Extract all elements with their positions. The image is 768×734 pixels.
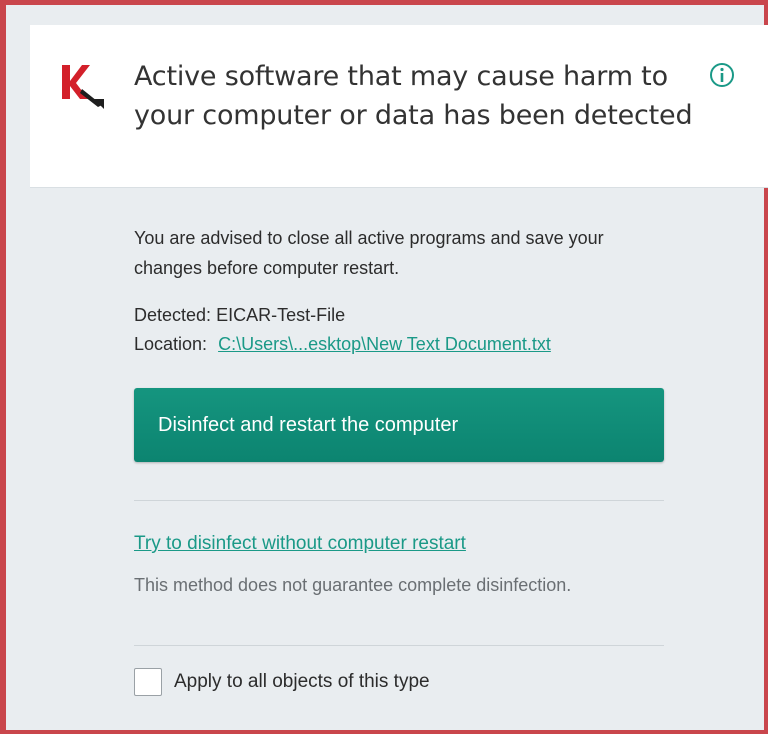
advice-text: You are advised to close all active prog… [134,228,604,278]
divider [134,500,664,501]
apply-to-all-checkbox[interactable] [134,668,162,696]
notification-body: You are advised to close all active prog… [30,188,768,718]
divider [134,645,664,646]
alt-method-note: This method does not guarantee complete … [134,575,572,595]
info-circle-icon[interactable] [708,61,736,89]
disinfect-without-restart-link[interactable]: Try to disinfect without computer restar… [134,533,466,555]
location-line: Location: C:\Users\...esktop\New Text Do… [134,330,551,358]
kaspersky-logo-icon [62,65,104,109]
detected-line: Detected: EICAR-Test-File [134,301,345,329]
notification-header: Active software that may cause harm to y… [30,25,768,188]
location-label: Location: [134,334,208,354]
notification-window: Active software that may cause harm to y… [0,0,768,734]
disinfect-and-restart-button[interactable]: Disinfect and restart the computer [134,388,664,462]
detected-label: Detected: [134,305,212,325]
detected-value: EICAR-Test-File [216,305,346,325]
apply-to-all-label[interactable]: Apply to all objects of this type [174,669,430,695]
location-path-link[interactable]: C:\Users\...esktop\New Text Document.txt [218,334,551,354]
alert-title: Active software that may cause harm to y… [134,61,693,131]
